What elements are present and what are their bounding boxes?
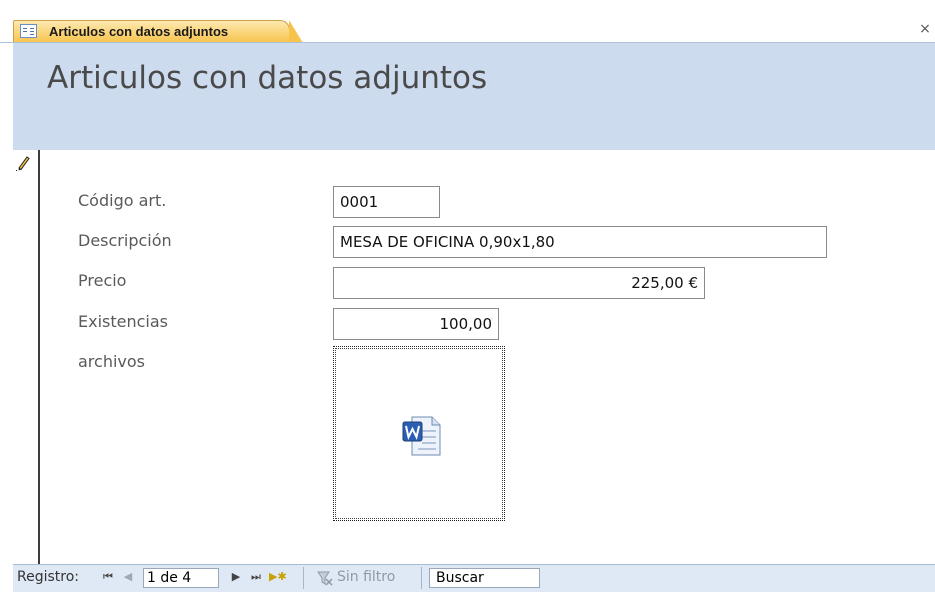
form-header: Articulos con datos adjuntos: [13, 43, 935, 150]
document-tab[interactable]: Articulos con datos adjuntos: [13, 20, 303, 43]
previous-record-icon[interactable]: ◀: [121, 568, 135, 586]
descripcion-label: Descripción: [78, 231, 172, 250]
current-record-field[interactable]: 1 de 4: [143, 568, 219, 588]
document-tab-label: Articulos con datos adjuntos: [49, 24, 229, 39]
last-record-icon[interactable]: ⏭: [249, 568, 263, 586]
navbar-separator: [421, 567, 422, 589]
filter-button[interactable]: Sin filtro: [337, 569, 395, 585]
codigo-label: Código art.: [78, 191, 167, 210]
record-label: Registro:: [17, 569, 80, 585]
precio-label: Precio: [78, 271, 127, 290]
page-title: Articulos con datos adjuntos: [47, 60, 488, 96]
pencil-icon: [16, 156, 30, 171]
record-selector[interactable]: [13, 150, 40, 564]
descripcion-field[interactable]: MESA DE OFICINA 0,90x1,80: [333, 226, 827, 258]
close-icon[interactable]: ×: [918, 21, 932, 37]
form-icon: [20, 24, 37, 38]
first-record-icon[interactable]: ⏮: [101, 568, 115, 586]
codigo-field[interactable]: 0001: [333, 186, 440, 218]
next-record-icon[interactable]: ▶: [229, 568, 243, 586]
archivos-label: archivos: [78, 352, 146, 371]
navbar-separator: [303, 567, 304, 589]
existencias-label: Existencias: [78, 312, 168, 331]
search-input[interactable]: Buscar: [429, 568, 540, 588]
new-record-icon[interactable]: ▶✱: [269, 568, 287, 586]
word-document-icon: [402, 416, 441, 456]
attachment-field[interactable]: [333, 346, 505, 521]
record-navigation-bar: Registro: ⏮ ◀ 1 de 4 ▶ ⏭ ▶✱ Sin filtro B…: [13, 564, 935, 592]
filter-icon: [317, 571, 333, 586]
precio-field[interactable]: 225,00 €: [333, 267, 705, 299]
existencias-field[interactable]: 100,00: [333, 308, 499, 340]
